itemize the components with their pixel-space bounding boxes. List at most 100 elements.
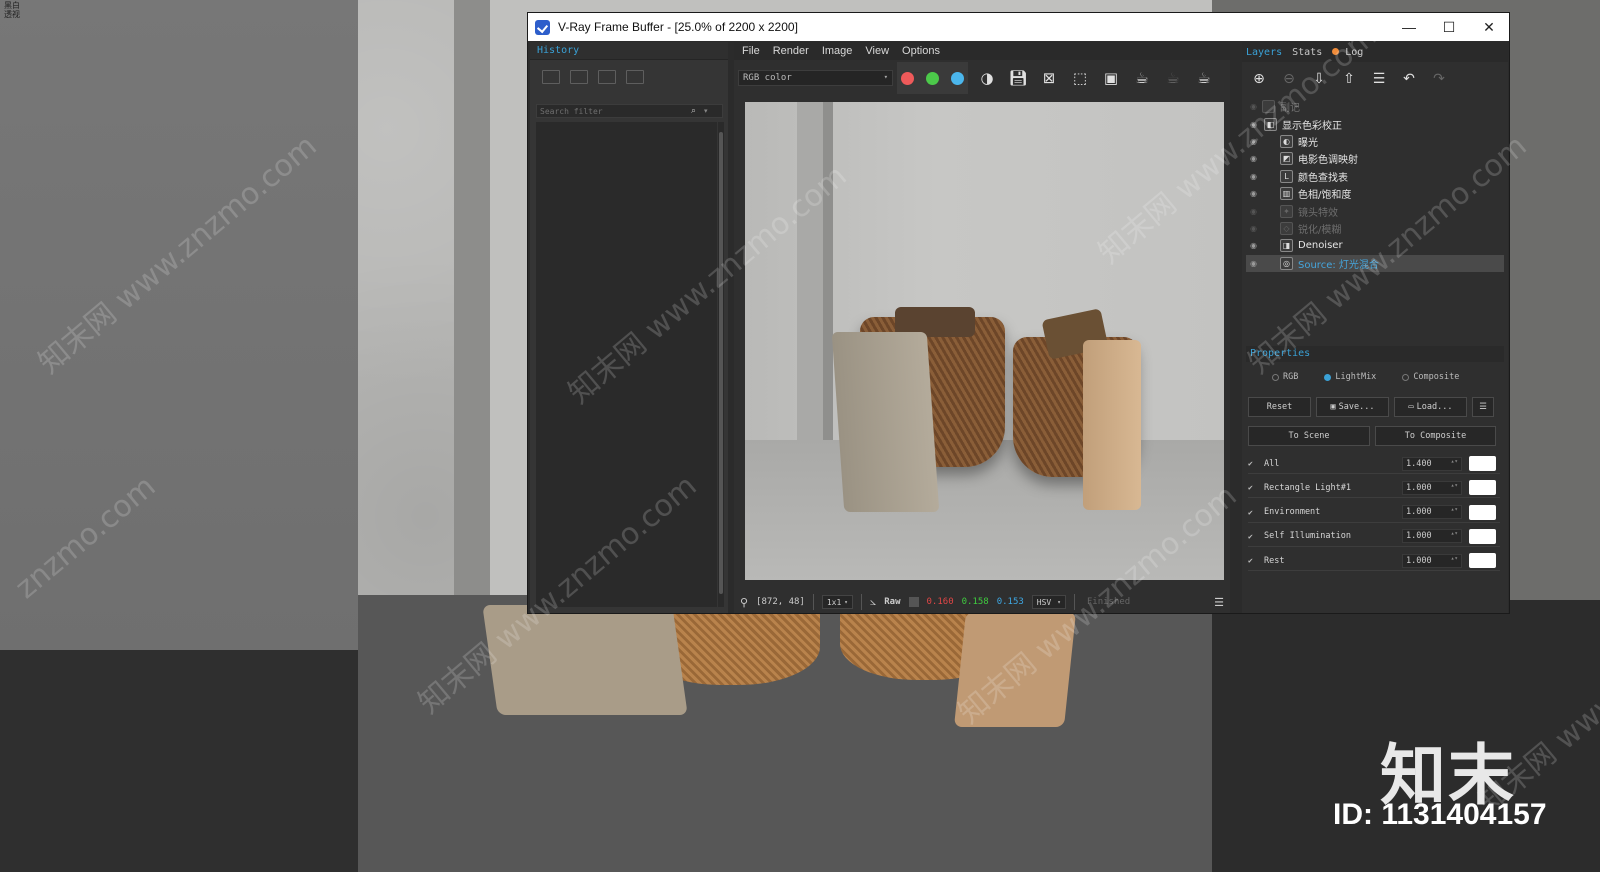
checkbox[interactable]: ✔ xyxy=(1248,508,1258,517)
to-scene-button[interactable]: To Scene xyxy=(1248,426,1370,446)
red-channel-toggle[interactable] xyxy=(901,71,914,85)
history-list[interactable] xyxy=(536,122,717,607)
light-color-swatch[interactable] xyxy=(1469,553,1496,569)
radio-rgb[interactable]: RGB xyxy=(1272,372,1298,382)
region-render-icon[interactable]: ▣ xyxy=(1100,67,1122,89)
light-color-swatch[interactable] xyxy=(1469,504,1496,520)
stop-render-icon[interactable]: ☕︎ xyxy=(1162,67,1184,89)
save-image-icon[interactable]: 💾︎ xyxy=(1007,67,1029,89)
channel-select[interactable]: RGB color ▾ xyxy=(738,70,893,86)
pin-icon[interactable]: ⚲ xyxy=(740,596,748,609)
reset-button[interactable]: Reset xyxy=(1248,397,1311,417)
undo-icon[interactable]: ↶ xyxy=(1400,70,1418,88)
zoom-select[interactable]: 1x1 ▾ xyxy=(821,595,853,609)
vfb-titlebar[interactable]: V-Ray Frame Buffer - [25.0% of 2200 x 22… xyxy=(528,13,1509,41)
lightmix-row: ✔ Environment 1.000 ▴▾ xyxy=(1248,503,1500,523)
spinner-arrows-icon[interactable]: ▴▾ xyxy=(1451,506,1458,513)
eye-icon[interactable]: ◉ xyxy=(1250,189,1262,198)
menu-view[interactable]: View xyxy=(865,45,889,57)
menu-options[interactable]: Options xyxy=(902,45,940,57)
blue-channel-toggle[interactable] xyxy=(951,71,964,85)
spinner-arrows-icon[interactable]: ▴▾ xyxy=(1451,530,1458,537)
layer-row[interactable]: ◉ ✦ 镜头特效 xyxy=(1246,202,1504,219)
eye-icon[interactable]: ◉ xyxy=(1250,172,1262,181)
eye-icon[interactable]: ◉ xyxy=(1250,224,1262,233)
layer-row[interactable]: ◉ ◩ 电影色调映射 xyxy=(1246,150,1504,167)
close-button[interactable]: ✕ xyxy=(1469,13,1509,41)
redo-icon[interactable]: ↷ xyxy=(1430,70,1448,88)
intensity-spinner[interactable]: 1.000 ▴▾ xyxy=(1402,529,1462,544)
radio-lightmix[interactable]: LightMix xyxy=(1324,372,1376,382)
options-menu-button[interactable]: ☰ xyxy=(1472,397,1494,417)
layer-list-icon[interactable]: ☰ xyxy=(1370,70,1388,88)
layer-row[interactable]: ◉ ◇ 锐化/模糊 xyxy=(1246,220,1504,237)
eye-icon[interactable]: ◉ xyxy=(1250,259,1262,268)
maximize-button[interactable]: ☐ xyxy=(1429,13,1469,41)
menu-render[interactable]: Render xyxy=(773,45,809,57)
history-search-input[interactable] xyxy=(537,106,687,116)
interactive-render-icon[interactable]: ☕︎ xyxy=(1193,67,1215,89)
eye-icon[interactable]: ◉ xyxy=(1250,241,1262,250)
history-save-icon[interactable] xyxy=(542,70,560,84)
eye-icon[interactable]: ◉ xyxy=(1250,207,1262,216)
layer-row[interactable]: ◉ L 颜色查找表 xyxy=(1246,168,1504,185)
colorspace-select[interactable]: HSV ▾ xyxy=(1031,595,1066,609)
checkbox[interactable]: ✔ xyxy=(1248,532,1258,541)
checkbox[interactable]: ✔ xyxy=(1248,459,1258,468)
layer-row-stamp[interactable]: ◉ 副记 xyxy=(1246,98,1504,115)
radio-label: LightMix xyxy=(1335,372,1377,382)
to-composite-button[interactable]: To Composite xyxy=(1375,426,1496,446)
eye-icon[interactable]: ◉ xyxy=(1250,137,1262,146)
log-icon[interactable]: ☰ xyxy=(1214,596,1224,609)
add-layer-icon[interactable]: ⊕ xyxy=(1250,70,1268,88)
region-select-icon[interactable]: ⬚ xyxy=(1069,67,1091,89)
search-dropdown-icon[interactable]: ▾ xyxy=(704,107,708,115)
checkbox[interactable]: ✔ xyxy=(1248,483,1258,492)
eye-icon[interactable]: ◉ xyxy=(1250,154,1262,163)
save-button[interactable]: ▣ Save... xyxy=(1316,397,1389,417)
green-channel-toggle[interactable] xyxy=(926,71,939,85)
render-teapot-icon[interactable]: ☕︎ xyxy=(1131,67,1153,89)
intensity-spinner[interactable]: 1.000 ▴▾ xyxy=(1402,480,1462,495)
layer-row[interactable]: ◉ ◎ Source: 灯光混合 xyxy=(1246,254,1504,272)
delete-layer-icon[interactable]: ⊖ xyxy=(1280,70,1298,88)
menu-file[interactable]: File xyxy=(742,45,760,57)
light-color-swatch[interactable] xyxy=(1469,480,1496,496)
layer-row[interactable]: ◉ ◐ 曝光 xyxy=(1246,133,1504,150)
light-color-swatch[interactable] xyxy=(1469,456,1496,471)
history-load-icon[interactable] xyxy=(598,70,616,84)
scrollbar-thumb[interactable] xyxy=(719,132,723,594)
intensity-spinner[interactable]: 1.400 ▴▾ xyxy=(1402,456,1462,471)
layer-row[interactable]: ◉ ▥ 色相/饱和度 xyxy=(1246,185,1504,202)
alpha-icon[interactable]: ◑ xyxy=(976,67,998,89)
radio-composite[interactable]: Composite xyxy=(1402,372,1459,382)
raw-mode[interactable]: Raw xyxy=(884,597,900,607)
rendered-image[interactable] xyxy=(745,102,1224,580)
save-layers-icon[interactable]: ⇩ xyxy=(1310,70,1328,88)
eye-icon[interactable]: ◉ xyxy=(1250,120,1262,129)
tab-log[interactable]: Log xyxy=(1332,47,1363,58)
spinner-arrows-icon[interactable]: ▴▾ xyxy=(1451,482,1458,489)
checkbox[interactable]: ✔ xyxy=(1248,556,1258,565)
load-button[interactable]: ▭ Load... xyxy=(1394,397,1467,417)
intensity-spinner[interactable]: 1.000 ▴▾ xyxy=(1402,553,1462,568)
eye-icon[interactable]: ◉ xyxy=(1250,102,1262,111)
intensity-spinner[interactable]: 1.000 ▴▾ xyxy=(1402,505,1462,520)
spinner-arrows-icon[interactable]: ▴▾ xyxy=(1451,555,1458,562)
history-compare-icon[interactable] xyxy=(570,70,588,84)
tab-layers[interactable]: Layers xyxy=(1246,47,1282,58)
search-icon[interactable]: ⌕ xyxy=(691,106,696,116)
history-scrollbar[interactable] xyxy=(718,122,724,607)
history-remove-icon[interactable] xyxy=(626,70,644,84)
clear-image-icon[interactable]: ⊠ xyxy=(1038,67,1060,89)
light-color-swatch[interactable] xyxy=(1469,528,1496,544)
spinner-arrows-icon[interactable]: ▴▾ xyxy=(1451,458,1458,465)
layer-row[interactable]: ◉ ◨ Denoiser xyxy=(1246,237,1504,254)
layer-row[interactable]: ◉ ◧ 显示色彩校正 xyxy=(1246,115,1504,132)
curve-icon[interactable]: ⦣ xyxy=(870,595,876,609)
tab-stats[interactable]: Stats xyxy=(1292,47,1322,58)
menu-image[interactable]: Image xyxy=(822,45,853,57)
corner-label-line2: 透视 xyxy=(4,10,20,19)
minimize-button[interactable]: — xyxy=(1389,13,1429,41)
load-layers-icon[interactable]: ⇧ xyxy=(1340,70,1358,88)
